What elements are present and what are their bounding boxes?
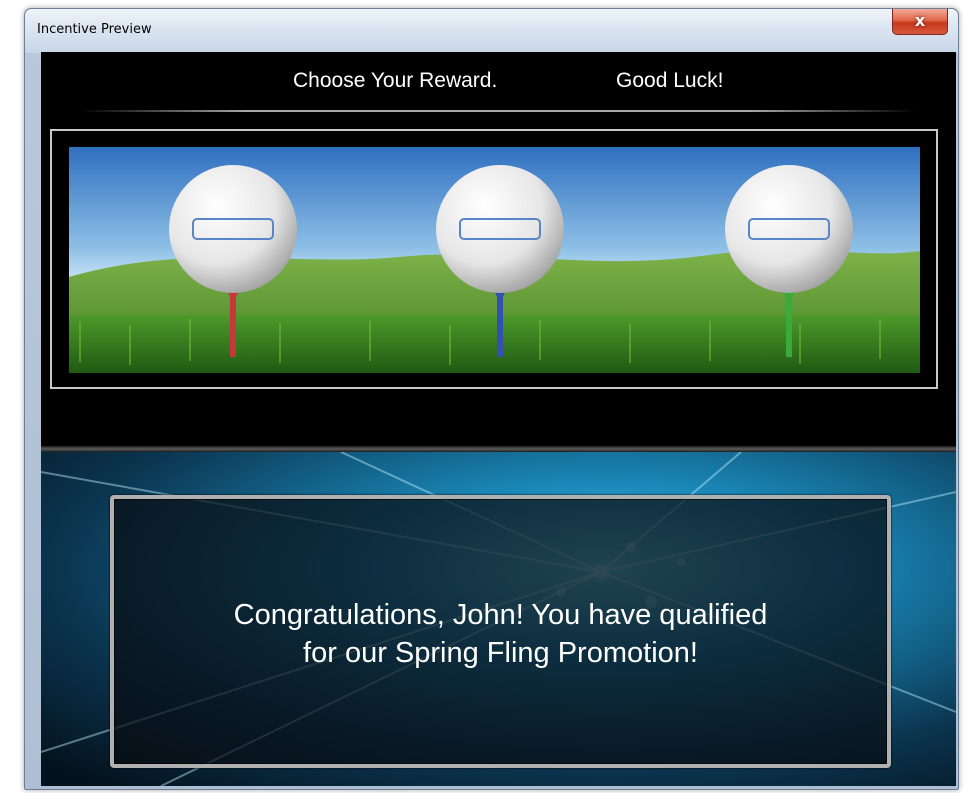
reward-header: Choose Your Reward. Good Luck! [41, 52, 956, 114]
choose-reward-text: Choose Your Reward. [293, 69, 498, 92]
good-luck-text: Good Luck! [616, 69, 724, 92]
incentive-content: Choose Your Reward. Good Luck! Congratul… [41, 52, 956, 786]
title-bar[interactable]: Incentive Preview x [25, 9, 958, 53]
incentive-preview-window: Incentive Preview x Choose Your Reward. … [24, 8, 959, 790]
close-button[interactable]: x [892, 9, 948, 35]
golf-ball-green-tee[interactable] [719, 147, 859, 373]
golf-ball-blue-tee[interactable] [430, 147, 570, 373]
window-title: Incentive Preview [37, 22, 152, 37]
close-icon: x [914, 11, 926, 30]
golf-ball [436, 165, 564, 293]
golf-ball [725, 165, 853, 293]
golf-ball [169, 165, 297, 293]
promotion-message: Congratulations, John! You have qualifie… [114, 596, 887, 672]
header-divider [81, 110, 916, 112]
golf-ball-red-tee[interactable] [163, 147, 303, 373]
promotion-message-box: Congratulations, John! You have qualifie… [110, 495, 891, 768]
promotion-line-2: for our Spring Fling Promotion! [303, 637, 698, 669]
reward-panel [69, 147, 920, 373]
promotion-line-1: Congratulations, John! You have qualifie… [233, 599, 768, 631]
